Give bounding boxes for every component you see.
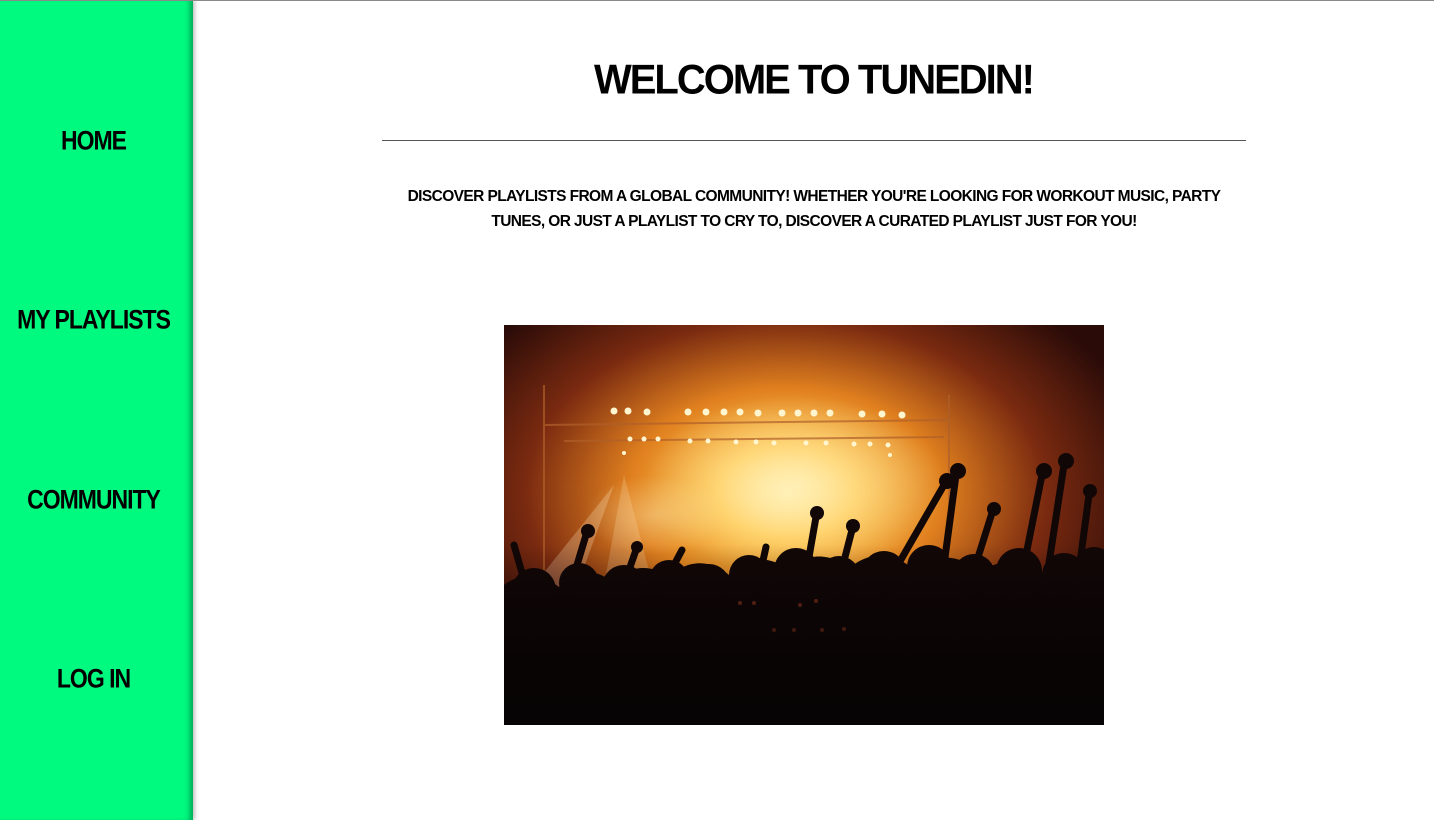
- top-border: [0, 0, 1434, 1]
- sidebar-nav: Home My Playlists Community Log In: [0, 0, 193, 820]
- page-title: Welcome to TunedIn!: [593, 56, 1035, 104]
- intro-text: Discover playlists from a global communi…: [407, 188, 1221, 230]
- concert-crowd-image: [504, 325, 1104, 725]
- nav-my-playlists-link[interactable]: My Playlists: [0, 304, 187, 336]
- main-content: Welcome to TunedIn! Discover playlists f…: [193, 0, 1434, 820]
- nav-log-in-link[interactable]: Log In: [0, 663, 187, 695]
- nav-community-link[interactable]: Community: [0, 484, 187, 516]
- title-divider: [382, 140, 1246, 141]
- nav-home-link[interactable]: Home: [0, 125, 187, 157]
